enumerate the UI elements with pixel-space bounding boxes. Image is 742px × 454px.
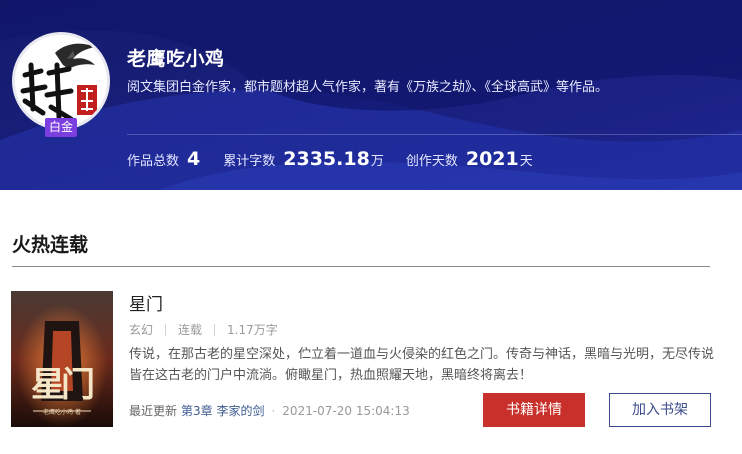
cover-author: 老鹰吃小鸡 著 [43,409,81,416]
add-to-shelf-button[interactable]: 加入书架 [609,393,711,427]
section-divider [12,266,710,267]
book-status: 连载 [178,323,203,337]
latest-chapter-link[interactable]: 第3章 李家的剑 [181,402,264,419]
stat-value: 4 [187,148,201,170]
stat-label: 创作天数 [405,154,458,169]
book-cover[interactable]: 星门 老鹰吃小鸡 著 [11,291,113,427]
book-title[interactable]: 星门 [129,290,163,315]
banner-divider [127,134,742,135]
update-label: 最近更新 [129,404,178,418]
stat-total-words: 累计字数 2335.18 万 [223,148,384,170]
author-banner: 白金 老鹰吃小鸡 阅文集团白金作家，都市题材超人气作家，著有《万族之劫》、《全球… [0,0,742,190]
update-separator: · [271,403,276,418]
cover-title: 星门 [31,365,95,405]
latest-update: 最近更新 第3章 李家的剑 · 2021-07-20 15:04:13 [129,402,410,419]
author-avatar[interactable] [12,32,110,130]
meta-separator [165,323,167,336]
stat-label: 累计字数 [223,154,276,169]
stat-works-count: 作品总数 4 [127,148,201,170]
meta-separator [214,323,216,336]
book-word-count: 1.17万字 [227,323,278,337]
section-title: 火热连载 [12,234,89,256]
author-stats: 作品总数 4 累计字数 2335.18 万 创作天数 2021 天 [127,148,555,170]
author-description: 阅文集团白金作家，都市题材超人气作家，著有《万族之劫》、《全球高武》等作品。 [127,80,609,95]
stat-writing-days: 创作天数 2021 天 [406,148,533,170]
avatar-logo-image [15,35,107,127]
platinum-badge: 白金 [45,118,77,137]
stat-unit: 万 [370,154,384,169]
book-detail-button[interactable]: 书籍详情 [483,393,585,427]
author-name[interactable]: 老鹰吃小鸡 [127,44,225,71]
stat-value: 2335.18 [283,148,370,170]
book-meta: 玄幻 连载 1.17万字 [129,321,278,338]
book-description: 传说，在那古老的星空深处，伫立着一道血与火侵染的红色之门。传奇与神话，黑暗与光明… [129,347,715,383]
book-genre[interactable]: 玄幻 [129,321,153,338]
stat-value: 2021 [465,148,519,170]
stat-unit: 天 [519,154,533,169]
stat-label: 作品总数 [127,154,180,169]
update-time: 2021-07-20 15:04:13 [282,403,410,418]
